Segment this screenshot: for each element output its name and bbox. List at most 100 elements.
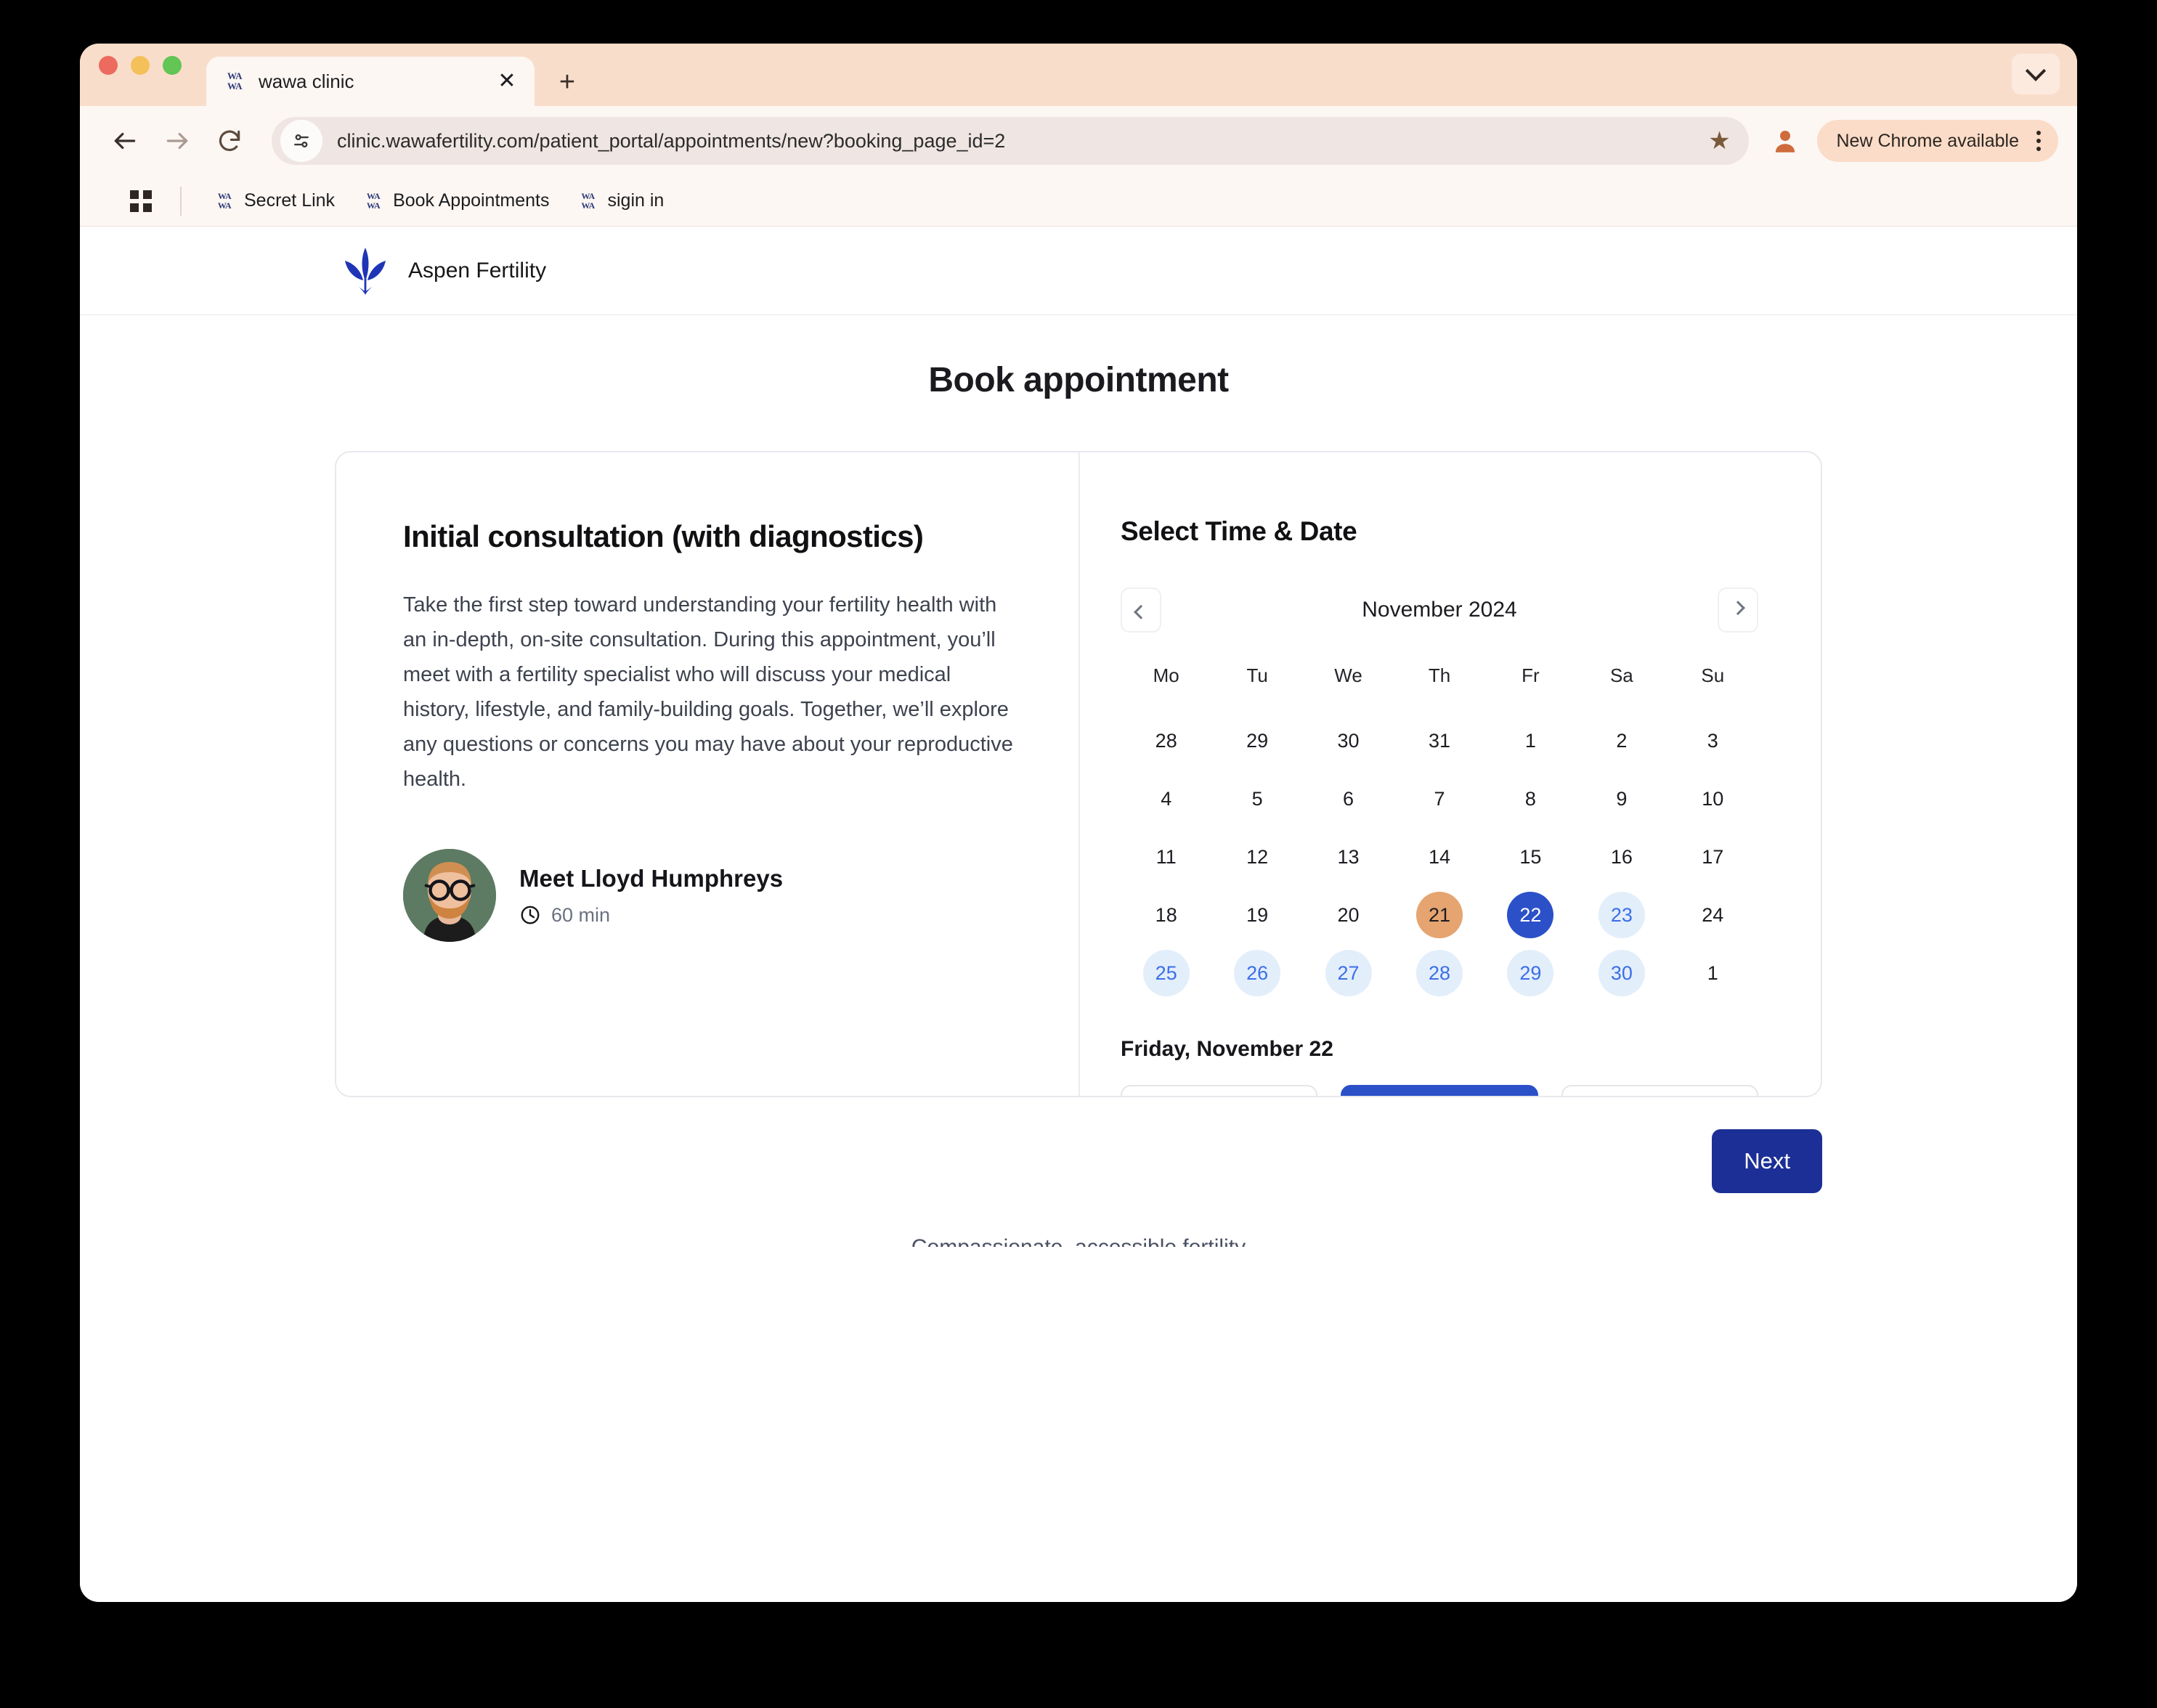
wawa-favicon-icon: WAWA bbox=[364, 191, 383, 211]
calendar-day-15[interactable]: 15 bbox=[1507, 834, 1553, 880]
calendar-cell: 31 bbox=[1394, 712, 1484, 770]
back-button[interactable] bbox=[102, 118, 148, 164]
site-header: Aspen Fertility bbox=[80, 227, 2077, 315]
calendar-day-8[interactable]: 8 bbox=[1507, 776, 1553, 822]
calendar-cell: 6 bbox=[1303, 770, 1394, 828]
calendar-day-3[interactable]: 3 bbox=[1689, 717, 1736, 764]
browser-tab[interactable]: WA WA wawa clinic ✕ bbox=[206, 57, 535, 106]
address-bar[interactable]: clinic.wawafertility.com/patient_portal/… bbox=[272, 117, 1749, 165]
next-button[interactable]: Next bbox=[1712, 1129, 1822, 1193]
calendar-day-4[interactable]: 4 bbox=[1143, 776, 1190, 822]
calendar-day-10[interactable]: 10 bbox=[1689, 776, 1736, 822]
site-settings-button[interactable] bbox=[280, 120, 322, 162]
calendar-day-22[interactable]: 22 bbox=[1507, 892, 1553, 938]
bookmark-label: Book Appointments bbox=[393, 190, 549, 211]
service-panel: Initial consultation (with diagnostics) … bbox=[336, 452, 1080, 1096]
profile-button[interactable] bbox=[1765, 121, 1805, 161]
calendar-day-13[interactable]: 13 bbox=[1325, 834, 1372, 880]
page-title: Book appointment bbox=[80, 360, 2077, 400]
reload-button[interactable] bbox=[206, 118, 253, 164]
forward-button[interactable] bbox=[154, 118, 200, 164]
calendar-day-28[interactable]: 28 bbox=[1143, 717, 1190, 764]
calendar-day-12[interactable]: 12 bbox=[1234, 834, 1280, 880]
calendar-cell: 11 bbox=[1121, 828, 1211, 886]
calendar-day-29[interactable]: 29 bbox=[1507, 950, 1553, 996]
url-text[interactable]: clinic.wawafertility.com/patient_portal/… bbox=[337, 130, 1005, 152]
duration-label: 60 min bbox=[551, 904, 610, 927]
calendar-cell: 29 bbox=[1485, 944, 1576, 1002]
calendar-day-6[interactable]: 6 bbox=[1325, 776, 1372, 822]
kebab-menu-icon[interactable] bbox=[2031, 131, 2047, 151]
calendar-day-1[interactable]: 1 bbox=[1507, 717, 1553, 764]
chrome-update-button[interactable]: New Chrome available bbox=[1817, 120, 2058, 162]
close-icon[interactable]: ✕ bbox=[495, 70, 519, 92]
new-tab-button[interactable]: + bbox=[551, 68, 584, 96]
calendar-dow-header: Th bbox=[1394, 664, 1484, 712]
calendar-day-30[interactable]: 30 bbox=[1325, 717, 1372, 764]
bookmark-book-appointments[interactable]: WAWA Book Appointments bbox=[349, 184, 564, 219]
zoom-window-button[interactable] bbox=[163, 56, 182, 75]
provider-avatar bbox=[403, 849, 496, 942]
calendar-day-25[interactable]: 25 bbox=[1143, 950, 1190, 996]
calendar-day-16[interactable]: 16 bbox=[1599, 834, 1645, 880]
calendar-cell: 2 bbox=[1576, 712, 1667, 770]
close-window-button[interactable] bbox=[99, 56, 118, 75]
time-slot-0900[interactable]: 09:00 bbox=[1121, 1085, 1317, 1096]
calendar-cell: 1 bbox=[1667, 944, 1758, 1002]
calendar-cell: 4 bbox=[1121, 770, 1211, 828]
calendar-day-2[interactable]: 2 bbox=[1599, 717, 1645, 764]
calendar-day-21[interactable]: 21 bbox=[1416, 892, 1463, 938]
calendar-day-31[interactable]: 31 bbox=[1416, 717, 1463, 764]
scheduler-heading: Select Time & Date bbox=[1121, 516, 1758, 547]
bookmark-sign-in[interactable]: WAWA sigin in bbox=[564, 184, 678, 219]
calendar-cell: 7 bbox=[1394, 770, 1484, 828]
bookmark-button[interactable]: ★ bbox=[1699, 121, 1739, 160]
provider-block: Meet Lloyd Humphreys 60 min bbox=[403, 849, 1016, 942]
forward-arrow-icon bbox=[163, 127, 191, 155]
calendar-day-27[interactable]: 27 bbox=[1325, 950, 1372, 996]
calendar-day-5[interactable]: 5 bbox=[1234, 776, 1280, 822]
calendar-dow-header: Fr bbox=[1485, 664, 1576, 712]
calendar-day-11[interactable]: 11 bbox=[1143, 834, 1190, 880]
calendar-dow-header: Mo bbox=[1121, 664, 1211, 712]
calendar-day-7[interactable]: 7 bbox=[1416, 776, 1463, 822]
provider-duration: 60 min bbox=[519, 904, 783, 927]
apps-grid-icon[interactable] bbox=[121, 184, 161, 219]
reload-icon bbox=[216, 127, 243, 155]
calendar-day-28[interactable]: 28 bbox=[1416, 950, 1463, 996]
time-slot-0930[interactable]: 09:30 bbox=[1561, 1085, 1758, 1096]
star-icon: ★ bbox=[1708, 129, 1730, 153]
calendar-day-14[interactable]: 14 bbox=[1416, 834, 1463, 880]
calendar-day-19[interactable]: 19 bbox=[1234, 892, 1280, 938]
next-month-button[interactable] bbox=[1718, 587, 1758, 633]
bookmark-secret-link[interactable]: WAWA Secret Link bbox=[200, 184, 349, 219]
calendar-day-20[interactable]: 20 bbox=[1325, 892, 1372, 938]
calendar-cell: 15 bbox=[1485, 828, 1576, 886]
chevron-left-icon bbox=[1134, 605, 1148, 619]
calendar-cell: 3 bbox=[1667, 712, 1758, 770]
prev-month-button[interactable] bbox=[1121, 587, 1161, 633]
calendar-day-18[interactable]: 18 bbox=[1143, 892, 1190, 938]
tab-search-button[interactable] bbox=[2012, 54, 2060, 94]
calendar-cell: 13 bbox=[1303, 828, 1394, 886]
provider-name: Meet Lloyd Humphreys bbox=[519, 865, 783, 892]
time-slot-0915[interactable]: 09:15 bbox=[1341, 1085, 1537, 1096]
service-title: Initial consultation (with diagnostics) bbox=[403, 519, 1016, 554]
wawa-favicon-icon: WAWA bbox=[578, 191, 597, 211]
calendar-day-9[interactable]: 9 bbox=[1599, 776, 1645, 822]
booking-card: Initial consultation (with diagnostics) … bbox=[335, 451, 1822, 1097]
selected-date-label: Friday, November 22 bbox=[1121, 1037, 1758, 1062]
calendar-day-1[interactable]: 1 bbox=[1689, 950, 1736, 996]
calendar-dow-header: Sa bbox=[1576, 664, 1667, 712]
minimize-window-button[interactable] bbox=[131, 56, 150, 75]
calendar-day-26[interactable]: 26 bbox=[1234, 950, 1280, 996]
calendar-day-29[interactable]: 29 bbox=[1234, 717, 1280, 764]
calendar-dow-header: Su bbox=[1667, 664, 1758, 712]
brand-name: Aspen Fertility bbox=[408, 259, 546, 283]
calendar-cell: 21 bbox=[1394, 886, 1484, 944]
wawa-favicon-icon: WA WA bbox=[224, 70, 245, 93]
calendar-day-30[interactable]: 30 bbox=[1599, 950, 1645, 996]
calendar-day-23[interactable]: 23 bbox=[1599, 892, 1645, 938]
calendar-day-17[interactable]: 17 bbox=[1689, 834, 1736, 880]
calendar-day-24[interactable]: 24 bbox=[1689, 892, 1736, 938]
